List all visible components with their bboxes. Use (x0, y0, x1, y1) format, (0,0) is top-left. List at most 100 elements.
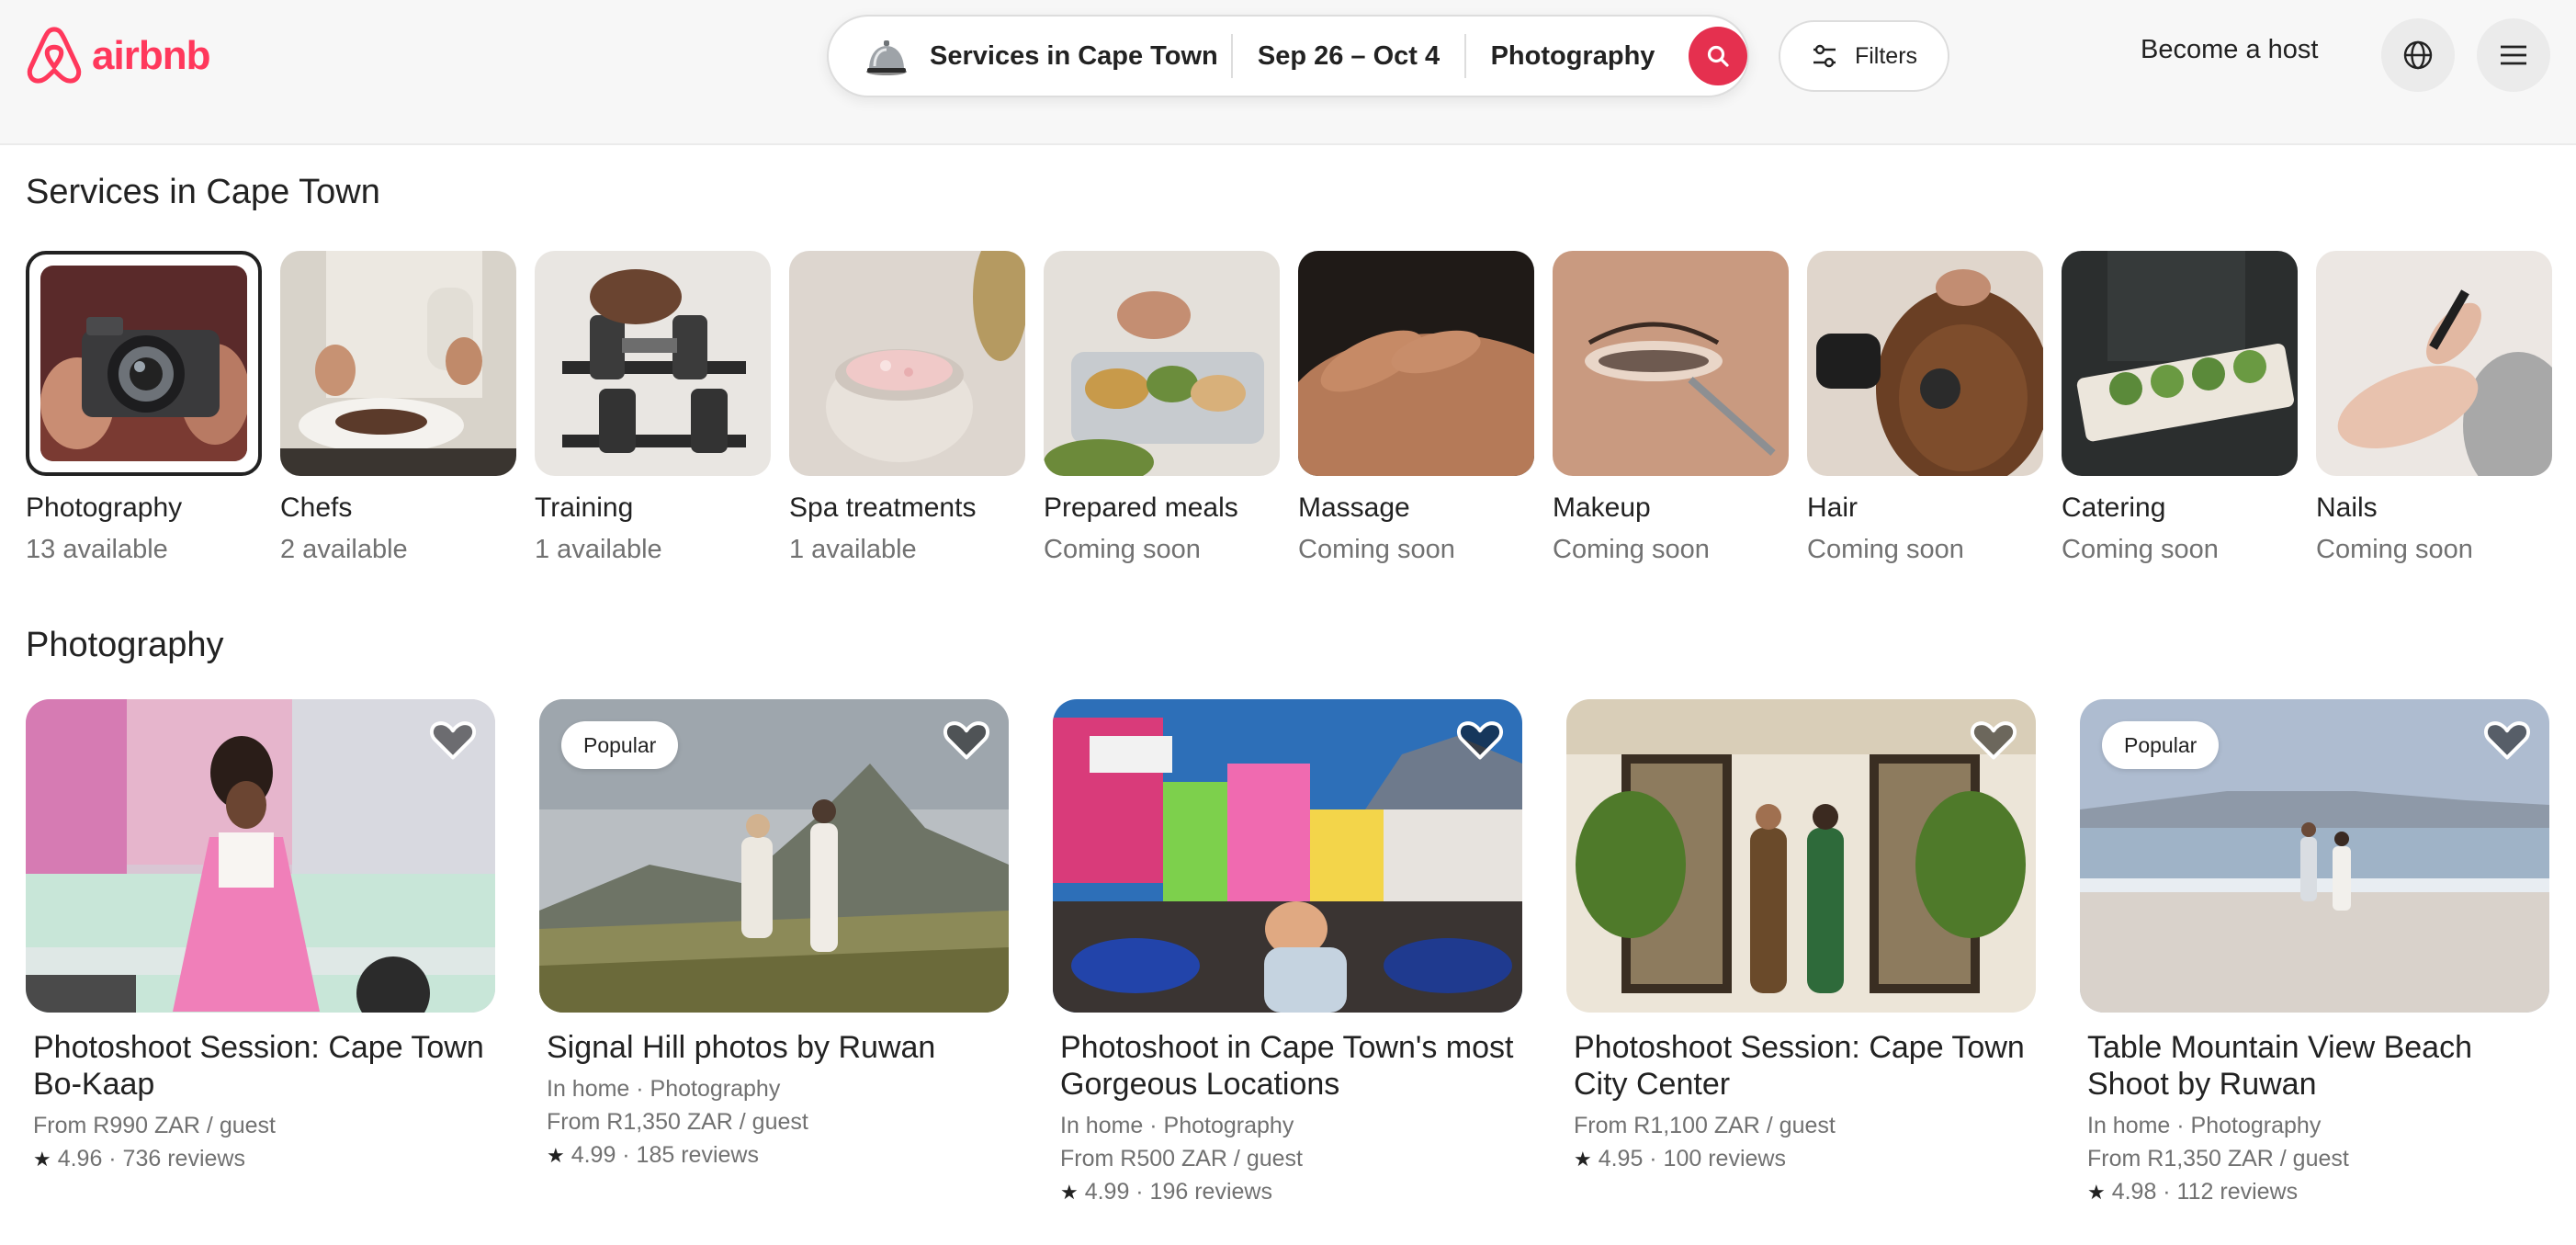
heart-icon[interactable] (429, 716, 477, 764)
category-availability: 1 available (535, 535, 662, 564)
search-location-segment[interactable]: Services in Cape Town (829, 17, 1231, 96)
sliders-icon (1813, 44, 1836, 68)
listing-price: From R1,100 ZAR / guest (1574, 1113, 1836, 1138)
category-makeup[interactable]: Makeup Coming soon (1553, 251, 1789, 565)
star-icon: ★ (1060, 1181, 1079, 1204)
language-button[interactable] (2381, 18, 2455, 92)
category-availability: Coming soon (1807, 535, 1964, 564)
filters-label: Filters (1854, 42, 1918, 69)
category-hair[interactable]: Hair Coming soon (1807, 251, 2043, 565)
hamburger-menu-icon (2501, 45, 2526, 65)
globe-icon (2403, 40, 2433, 70)
category-image (1044, 251, 1280, 476)
category-availability: 13 available (26, 535, 168, 564)
listing-rating-text: 4.96 · 736 reviews (57, 1146, 245, 1171)
category-name: Photography (26, 492, 183, 523)
category-image (789, 251, 1025, 476)
listing-price: From R1,350 ZAR / guest (2087, 1146, 2349, 1171)
listing-title[interactable]: Photoshoot in Cape Town's most Gorgeous … (1053, 1029, 1522, 1103)
search-bar[interactable]: Services in Cape Town Sep 26 – Oct 4 Pho… (827, 15, 1749, 97)
category-availability: Coming soon (1044, 535, 1201, 564)
category-spa-treatments[interactable]: Spa treatments 1 available (789, 251, 1025, 565)
popular-badge: Popular (2102, 721, 2220, 769)
service-bell-icon (866, 40, 907, 75)
popular-badge: Popular (561, 721, 679, 769)
category-nails[interactable]: Nails Coming soon (2316, 251, 2552, 565)
category-name: Spa treatments (789, 492, 977, 523)
heart-icon[interactable] (943, 716, 990, 764)
massage-photo (1298, 251, 1534, 476)
listing-title[interactable]: Table Mountain View Beach Shoot by Ruwan (2080, 1029, 2549, 1103)
listing-card[interactable]: Popular Signal Hill photos by Ruwan In h… (539, 699, 1009, 1171)
category-name: Nails (2316, 492, 2378, 523)
airbnb-logo[interactable]: airbnb (26, 26, 210, 86)
heart-icon[interactable] (2483, 716, 2531, 764)
listing-category: In home · Photography (2087, 1113, 2322, 1138)
top-header: airbnb Services in Cape Town Sep 26 – Oc… (0, 0, 2576, 145)
listing-title[interactable]: Photoshoot Session: Cape Town City Cente… (1566, 1029, 2036, 1103)
airbnb-logo-icon (27, 27, 82, 84)
brand-wordmark: airbnb (92, 33, 210, 78)
listing-title[interactable]: Photoshoot Session: Cape Town Bo-Kaap (26, 1029, 495, 1103)
cape-town-locations-photo (1053, 699, 1522, 1013)
category-availability: Coming soon (2316, 535, 2473, 564)
listing-rating-text: 4.98 · 112 reviews (2111, 1179, 2299, 1205)
dumbbells-photo (535, 251, 771, 476)
search-service-type-text: Photography (1490, 40, 1655, 71)
search-button[interactable] (1689, 27, 1747, 85)
listing-rating-text: 4.99 · 196 reviews (1084, 1179, 1272, 1205)
category-image (2062, 251, 2298, 476)
listing-image[interactable]: Popular (539, 699, 1009, 1013)
heart-icon[interactable] (1970, 716, 2017, 764)
makeup-photo (1553, 251, 1789, 476)
hair-styling-photo (1807, 251, 2043, 476)
category-availability: Coming soon (1298, 535, 1455, 564)
filters-button[interactable]: Filters (1779, 20, 1949, 92)
listing-price: From R990 ZAR / guest (33, 1113, 276, 1138)
nails-photo (2316, 251, 2552, 476)
listing-card[interactable]: Photoshoot in Cape Town's most Gorgeous … (1053, 699, 1522, 1208)
spa-salt-photo (789, 251, 1025, 476)
category-photography[interactable]: Photography 13 available (26, 251, 262, 565)
listing-title[interactable]: Signal Hill photos by Ruwan (539, 1029, 1009, 1066)
category-massage[interactable]: Massage Coming soon (1298, 251, 1534, 565)
listing-image[interactable] (1566, 699, 2036, 1013)
listing-image[interactable]: Popular (2080, 699, 2549, 1013)
listing-image[interactable] (26, 699, 495, 1013)
search-dates-segment[interactable]: Sep 26 – Oct 4 (1233, 17, 1464, 96)
category-image (2316, 251, 2552, 476)
category-image (280, 251, 516, 476)
category-availability: Coming soon (2062, 535, 2219, 564)
become-host-link[interactable]: Become a host (2141, 35, 2318, 65)
search-service-type-segment[interactable]: Photography (1466, 17, 1679, 96)
listing-rating: ★ 4.96 · 736 reviews (26, 1143, 495, 1175)
heart-icon[interactable] (1456, 716, 1504, 764)
listing-card[interactable]: Photoshoot Session: Cape Town Bo-Kaap Fr… (26, 699, 495, 1175)
category-name: Massage (1298, 492, 1410, 523)
listing-category: In home · Photography (547, 1076, 781, 1102)
listing-rating: ★ 4.99 · 196 reviews (1053, 1176, 1522, 1208)
category-catering[interactable]: Catering Coming soon (2062, 251, 2298, 565)
category-prepared-meals[interactable]: Prepared meals Coming soon (1044, 251, 1280, 565)
listing-card[interactable]: Photoshoot Session: Cape Town City Cente… (1566, 699, 2036, 1175)
search-dates-text: Sep 26 – Oct 4 (1257, 40, 1441, 71)
listing-image[interactable] (1053, 699, 1522, 1013)
main-menu-button[interactable] (2477, 18, 2550, 92)
category-image (535, 251, 771, 476)
category-training[interactable]: Training 1 available (535, 251, 771, 565)
listing-card[interactable]: Popular Table Mountain View Beach Shoot … (2080, 699, 2549, 1208)
category-name: Prepared meals (1044, 492, 1238, 523)
city-center-photo (1566, 699, 2036, 1013)
catering-photo (2062, 251, 2298, 476)
star-icon: ★ (547, 1144, 565, 1167)
chef-plating-photo (280, 251, 516, 476)
service-categories: Photography 13 available Chefs 2 availab… (26, 251, 2552, 572)
listing-category: In home · Photography (1060, 1113, 1294, 1138)
category-chefs[interactable]: Chefs 2 available (280, 251, 516, 565)
star-icon: ★ (33, 1148, 51, 1171)
category-image (1298, 251, 1534, 476)
camera-photo (40, 266, 247, 461)
services-section-title: Services in Cape Town (26, 173, 380, 211)
category-image (1807, 251, 2043, 476)
listing-rating-text: 4.99 · 185 reviews (571, 1142, 759, 1168)
